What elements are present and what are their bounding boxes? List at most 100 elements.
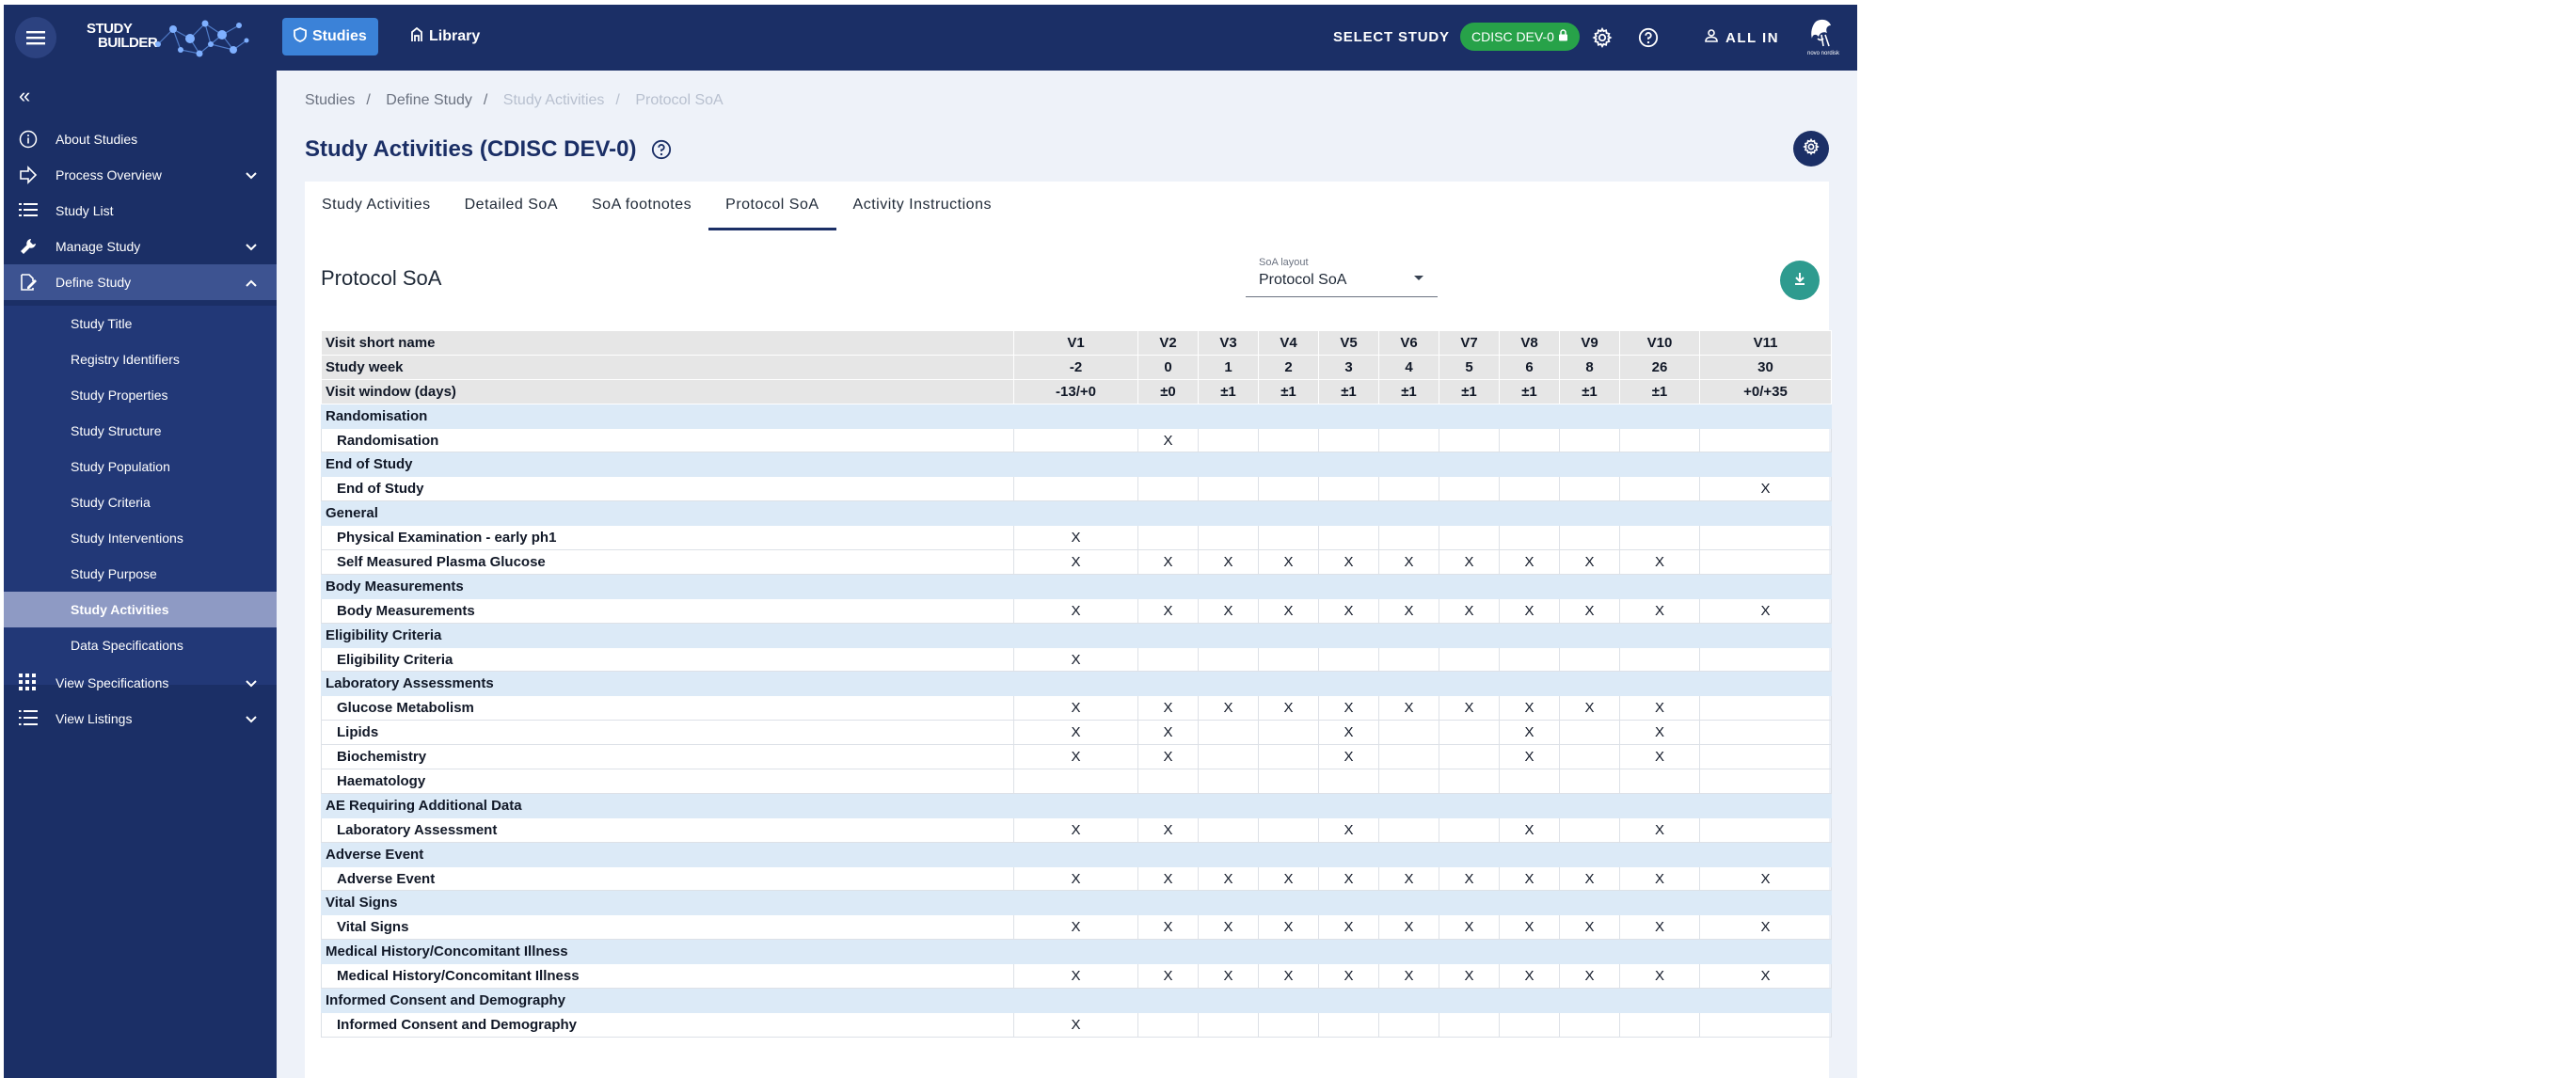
soa-activity-cell: X bbox=[1439, 597, 1500, 624]
soa-group-cell bbox=[1137, 403, 1199, 429]
soa-group-cell bbox=[1559, 841, 1620, 867]
soa-activity-cell: X bbox=[1013, 695, 1138, 721]
help-icon[interactable] bbox=[1634, 24, 1662, 52]
soa-group-cell bbox=[1198, 403, 1259, 429]
soa-group-label: AE Requiring Additional Data bbox=[321, 792, 1014, 818]
soa-activity-cell bbox=[1258, 525, 1319, 551]
soa-activity-cell: X bbox=[1198, 597, 1259, 624]
soa-group-cell bbox=[1378, 841, 1439, 867]
soa-activity-cell bbox=[1318, 476, 1379, 502]
soa-group-cell bbox=[1439, 841, 1500, 867]
menu-icon[interactable] bbox=[15, 17, 56, 58]
soa-activity-cell: X bbox=[1198, 695, 1259, 721]
soa-activity-cell: X bbox=[1013, 816, 1138, 843]
soa-activity-row: Physical Examination - early ph1 X bbox=[321, 525, 1832, 551]
soa-activity-cell bbox=[1699, 1011, 1832, 1038]
soa-group-label: End of Study bbox=[321, 452, 1014, 478]
soa-activity-cell: X bbox=[1013, 865, 1138, 892]
tab-activity-instructions[interactable]: Activity Instructions bbox=[836, 182, 1009, 229]
user-menu[interactable]: ALL IN bbox=[1705, 29, 1779, 46]
soa-activity-cell bbox=[1619, 769, 1700, 794]
sidebar-item-process-overview[interactable]: Process Overview bbox=[4, 157, 277, 193]
wrench-icon bbox=[19, 237, 40, 256]
select-study-button[interactable]: SELECT STUDY bbox=[1333, 29, 1450, 45]
nav-studies-button[interactable]: Studies bbox=[282, 18, 378, 55]
soa-activity-cell bbox=[1378, 525, 1439, 551]
study-chip[interactable]: CDISC DEV-0 bbox=[1460, 23, 1580, 51]
breadcrumb-studies[interactable]: Studies bbox=[305, 92, 355, 108]
soa-group-label: Eligibility Criteria bbox=[321, 622, 1014, 648]
soa-activity-cell: X bbox=[1013, 720, 1138, 746]
sidebar-subitem-data-specifications[interactable]: Data Specifications bbox=[4, 627, 277, 663]
help-icon[interactable] bbox=[651, 139, 672, 165]
soa-group-cell bbox=[1258, 622, 1319, 648]
soa-activity-cell: X bbox=[1619, 914, 1700, 941]
sidebar-item-label: Define Study bbox=[56, 275, 132, 290]
soa-group-cell bbox=[1559, 500, 1620, 527]
soa-activity-row: Vital Signs X X X X X X X X X X X bbox=[321, 914, 1832, 941]
sidebar-item-manage-study[interactable]: Manage Study bbox=[4, 229, 277, 264]
gear-icon[interactable] bbox=[1588, 24, 1616, 52]
soa-activity-row: Lipids X X X X X bbox=[321, 720, 1832, 746]
sidebar-subitem-registry-identifiers[interactable]: Registry Identifiers bbox=[4, 341, 277, 377]
tab-study-activities[interactable]: Study Activities bbox=[305, 182, 448, 229]
soa-activity-cell: X bbox=[1699, 865, 1832, 892]
soa-activity-cell: X bbox=[1013, 963, 1138, 990]
soa-activity-cell bbox=[1258, 1011, 1319, 1038]
app-window: STUDY BUILDER Studies Library SELECT STUD… bbox=[4, 5, 1857, 1078]
sidebar-item-view-listings[interactable]: View Listings bbox=[4, 701, 277, 737]
breadcrumb-define-study[interactable]: Define Study bbox=[386, 92, 472, 108]
soa-header-cell: V8 bbox=[1499, 330, 1560, 356]
soa-layout-select[interactable]: SoA layout Protocol SoA bbox=[1246, 255, 1438, 297]
soa-group-cell bbox=[1439, 792, 1500, 818]
study-builder-logo[interactable]: STUDY BUILDER bbox=[87, 16, 251, 59]
sidebar-subitem-study-purpose[interactable]: Study Purpose bbox=[4, 556, 277, 592]
sidebar-item-about-studies[interactable]: About Studies bbox=[4, 121, 277, 157]
soa-activity-cell bbox=[1559, 476, 1620, 502]
collapse-sidebar-icon[interactable]: « bbox=[19, 84, 30, 108]
sidebar-subitem-study-population[interactable]: Study Population bbox=[4, 449, 277, 484]
soa-group-cell bbox=[1318, 452, 1379, 478]
soa-activity-cell: X bbox=[1318, 597, 1379, 624]
soa-activity-label: Laboratory Assessment bbox=[321, 816, 1014, 843]
soa-activity-cell: X bbox=[1137, 744, 1199, 770]
soa-activity-row: Adverse Event X X X X X X X X X X X bbox=[321, 865, 1832, 892]
soa-group-cell bbox=[1198, 988, 1259, 1013]
soa-activity-cell: X bbox=[1619, 963, 1700, 990]
sidebar-item-view-specifications[interactable]: View Specifications bbox=[4, 665, 277, 701]
sidebar-item-study-list[interactable]: Study List bbox=[4, 193, 277, 229]
soa-group-cell bbox=[1258, 403, 1319, 429]
tab-detailed-soa[interactable]: Detailed SoA bbox=[448, 182, 575, 229]
download-button[interactable] bbox=[1780, 261, 1820, 300]
soa-activity-cell bbox=[1258, 720, 1319, 746]
tab-protocol-soa[interactable]: Protocol SoA bbox=[708, 182, 836, 230]
sidebar-subitem-study-interventions[interactable]: Study Interventions bbox=[4, 520, 277, 556]
soa-activity-cell bbox=[1198, 427, 1259, 453]
soa-header-cell: V11 bbox=[1699, 330, 1832, 356]
sidebar-subitem-study-properties[interactable]: Study Properties bbox=[4, 377, 277, 413]
sidebar-subitem-label: Study Purpose bbox=[71, 566, 157, 581]
sidebar-subitem-study-title[interactable]: Study Title bbox=[4, 306, 277, 341]
sidebar-subitem-study-structure[interactable]: Study Structure bbox=[4, 413, 277, 449]
soa-group-cell bbox=[1699, 792, 1832, 818]
sidebar-subitem-study-criteria[interactable]: Study Criteria bbox=[4, 484, 277, 520]
soa-group-cell bbox=[1137, 622, 1199, 648]
soa-activity-cell bbox=[1619, 525, 1700, 551]
sidebar-item-label: About Studies bbox=[56, 132, 138, 147]
nav-library-button[interactable]: Library bbox=[399, 18, 491, 55]
sidebar-item-label: View Specifications bbox=[56, 675, 169, 690]
page-settings-button[interactable] bbox=[1793, 131, 1829, 166]
tab-soa-footnotes[interactable]: SoA footnotes bbox=[575, 182, 708, 229]
soa-group-cell bbox=[1258, 890, 1319, 916]
sidebar-item-define-study[interactable]: Define Study bbox=[4, 264, 277, 300]
soa-activity-cell bbox=[1258, 427, 1319, 453]
soa-header-cell: ±1 bbox=[1318, 378, 1379, 404]
soa-activity-cell: X bbox=[1619, 597, 1700, 624]
soa-activity-cell: X bbox=[1378, 963, 1439, 990]
breadcrumb-study-activities[interactable]: Study Activities bbox=[503, 92, 605, 108]
soa-activity-cell bbox=[1198, 816, 1259, 843]
sidebar-subitem-study-activities[interactable]: Study Activities bbox=[4, 592, 277, 627]
soa-group-cell bbox=[1699, 622, 1832, 648]
soa-header-cell: V3 bbox=[1198, 330, 1259, 356]
soa-activity-row: Body Measurements X X X X X X X X X X X bbox=[321, 597, 1832, 624]
